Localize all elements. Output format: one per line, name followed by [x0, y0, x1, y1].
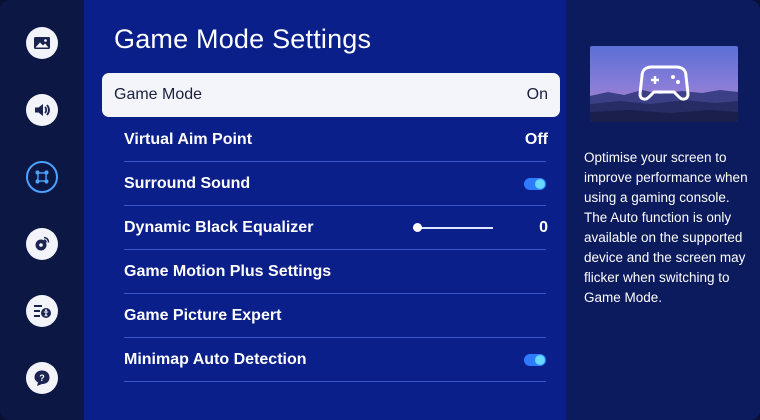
menu-item-game-motion-plus-settings[interactable]: Game Motion Plus Settings: [102, 250, 560, 294]
sidebar-item-support[interactable]: ?: [26, 362, 58, 394]
menu-item-label: Game Motion Plus Settings: [124, 263, 332, 280]
minimap-auto-detection-toggle[interactable]: [524, 354, 546, 366]
menu-item-label: Minimap Auto Detection: [124, 351, 307, 368]
menu-item-label: Game Picture Expert: [124, 307, 282, 324]
picture-icon: [34, 37, 50, 49]
menu-item-label: Dynamic Black Equalizer: [124, 219, 314, 236]
settings-main-panel: Game Mode Settings Game Mode On Virtual …: [84, 0, 566, 420]
menu-item-value: Off: [524, 131, 548, 148]
sidebar-item-game-mode[interactable]: [26, 161, 58, 193]
svg-text:?: ?: [39, 373, 45, 383]
menu-item-label: Virtual Aim Point: [124, 131, 253, 148]
slider-knob[interactable]: [413, 223, 423, 232]
sound-icon: [35, 104, 50, 116]
menu-item-label: Game Mode: [114, 86, 203, 103]
black-equalizer-slider[interactable]: [413, 223, 494, 232]
sidebar-item-accessibility[interactable]: [26, 295, 58, 327]
support-icon: ?: [34, 370, 50, 386]
menu-item-game-picture-expert[interactable]: Game Picture Expert: [102, 294, 560, 338]
info-panel: Optimise your screen to improve performa…: [566, 0, 760, 420]
menu-item-surround-sound[interactable]: Surround Sound: [102, 162, 560, 206]
menu-item-value: On: [526, 86, 548, 103]
broadcast-icon: [35, 236, 50, 251]
menu-item-virtual-aim-point[interactable]: Virtual Aim Point Off: [102, 118, 560, 162]
surround-sound-toggle[interactable]: [524, 178, 546, 190]
menu-item-game-mode[interactable]: Game Mode On: [102, 73, 560, 117]
sidebar-item-sound[interactable]: [26, 94, 58, 126]
game-mode-preview-image: [590, 46, 738, 122]
menu-item-dynamic-black-equalizer[interactable]: Dynamic Black Equalizer 0: [102, 206, 560, 250]
sidebar-item-picture[interactable]: [26, 27, 58, 59]
tv-settings-screen: ? Game Mode Settings Game Mode On Virtua…: [0, 0, 760, 420]
accessibility-icon: [34, 305, 51, 318]
slider-group: 0: [413, 219, 548, 237]
menu-item-minimap-auto-detection[interactable]: Minimap Auto Detection: [102, 338, 560, 382]
menu-item-label: Surround Sound: [124, 175, 251, 192]
settings-menu: Game Mode On Virtual Aim Point Off Surro…: [102, 73, 560, 382]
game-mode-icon: [35, 170, 49, 184]
page-title: Game Mode Settings: [114, 24, 372, 54]
menu-item-value: 0: [539, 219, 548, 236]
sidebar-item-broadcast[interactable]: [26, 228, 58, 260]
settings-sidebar: ?: [0, 0, 84, 420]
game-mode-description: Optimise your screen to improve performa…: [584, 150, 748, 305]
